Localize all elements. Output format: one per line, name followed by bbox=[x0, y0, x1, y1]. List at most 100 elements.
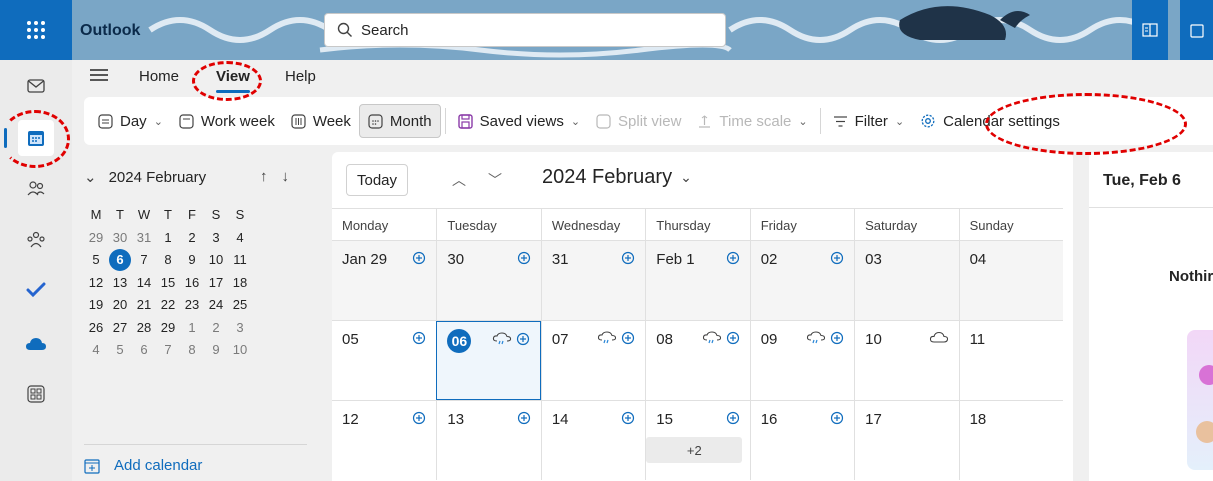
nav-toggle-button[interactable] bbox=[90, 68, 108, 85]
mini-day[interactable]: 6 bbox=[132, 339, 156, 362]
add-event-icon[interactable] bbox=[726, 251, 740, 265]
day-cell[interactable]: 05 bbox=[332, 321, 436, 400]
mini-day[interactable]: 7 bbox=[132, 249, 156, 272]
day-cell[interactable]: 10 bbox=[854, 321, 958, 400]
day-cell[interactable]: 07 bbox=[540, 321, 645, 400]
mini-day[interactable]: 21 bbox=[132, 294, 156, 317]
mini-calendar-header[interactable]: ⌄ 2024 February bbox=[84, 168, 206, 187]
day-cell[interactable]: 13 bbox=[436, 401, 540, 480]
mini-day[interactable]: 5 bbox=[108, 339, 132, 362]
mini-day[interactable]: 4 bbox=[228, 227, 252, 250]
calendar-title-button[interactable]: 2024 February ⌄ bbox=[542, 166, 692, 189]
mini-day[interactable]: 8 bbox=[180, 339, 204, 362]
day-cell-today[interactable]: 06 bbox=[436, 321, 541, 400]
add-event-icon[interactable] bbox=[516, 332, 530, 346]
mini-day[interactable]: 22 bbox=[156, 294, 180, 317]
mini-day[interactable]: 11 bbox=[228, 249, 252, 272]
mini-day[interactable]: 7 bbox=[156, 339, 180, 362]
day-cell[interactable]: 17 bbox=[854, 401, 958, 480]
mini-day-today[interactable]: 6 bbox=[108, 249, 132, 272]
add-event-icon[interactable] bbox=[621, 411, 635, 425]
arrow-down-icon[interactable]: ↓ bbox=[282, 168, 290, 185]
rail-people[interactable] bbox=[18, 170, 54, 206]
day-cell[interactable]: 31 bbox=[540, 241, 645, 320]
mini-day[interactable]: 14 bbox=[132, 272, 156, 295]
mini-day[interactable]: 10 bbox=[204, 249, 228, 272]
split-view-button[interactable]: Split view bbox=[588, 104, 689, 138]
add-event-icon[interactable] bbox=[621, 251, 635, 265]
add-event-icon[interactable] bbox=[830, 331, 844, 345]
day-cell[interactable]: Feb 1 bbox=[645, 241, 749, 320]
search-box[interactable]: Search bbox=[324, 13, 726, 47]
mini-day[interactable]: 25 bbox=[228, 294, 252, 317]
calendar-settings-button[interactable]: Calendar settings bbox=[912, 104, 1068, 138]
day-cell[interactable]: 04 bbox=[958, 241, 1063, 320]
add-event-icon[interactable] bbox=[726, 331, 740, 345]
chevron-down-icon[interactable]: ⌄ bbox=[84, 168, 97, 186]
add-calendar-button[interactable]: Add calendar bbox=[84, 457, 202, 474]
onenote-button[interactable] bbox=[1132, 0, 1168, 60]
mini-day[interactable]: 31 bbox=[132, 227, 156, 250]
rail-calendar[interactable] bbox=[4, 120, 54, 156]
rail-todo[interactable] bbox=[18, 272, 54, 308]
mini-day[interactable]: 3 bbox=[204, 227, 228, 250]
tab-home[interactable]: Home bbox=[139, 68, 179, 85]
mini-day[interactable]: 1 bbox=[156, 227, 180, 250]
day-cell[interactable]: 14 bbox=[540, 401, 645, 480]
day-cell[interactable]: 15 +2 bbox=[645, 401, 749, 480]
mini-day[interactable]: 9 bbox=[180, 249, 204, 272]
mini-day[interactable]: 10 bbox=[228, 339, 252, 362]
mini-day[interactable]: 13 bbox=[108, 272, 132, 295]
add-event-icon[interactable] bbox=[830, 251, 844, 265]
mini-day[interactable]: 3 bbox=[228, 317, 252, 340]
mini-day[interactable]: 2 bbox=[180, 227, 204, 250]
previous-icon[interactable]: ︿ bbox=[452, 170, 466, 190]
mini-day[interactable]: 1 bbox=[180, 317, 204, 340]
mini-day[interactable]: 15 bbox=[156, 272, 180, 295]
app-name[interactable]: Outlook bbox=[80, 22, 140, 40]
mini-day[interactable]: 28 bbox=[132, 317, 156, 340]
filter-button[interactable]: Filter ⌄ bbox=[825, 104, 913, 138]
month-view-button[interactable]: Month bbox=[358, 104, 441, 138]
mini-day[interactable]: 8 bbox=[156, 249, 180, 272]
app-launcher-button[interactable] bbox=[0, 0, 72, 60]
day-cell[interactable]: 09 bbox=[749, 321, 854, 400]
day-cell[interactable]: 30 bbox=[436, 241, 540, 320]
day-cell[interactable]: 03 bbox=[854, 241, 958, 320]
mini-day[interactable]: 2 bbox=[204, 317, 228, 340]
arrow-up-icon[interactable]: ↑ bbox=[260, 168, 268, 185]
rail-groups[interactable] bbox=[18, 222, 54, 258]
add-event-icon[interactable] bbox=[412, 411, 426, 425]
mini-day[interactable]: 18 bbox=[228, 272, 252, 295]
day-cell[interactable]: 12 bbox=[332, 401, 436, 480]
time-scale-button[interactable]: Time scale ⌄ bbox=[689, 104, 815, 138]
mini-day[interactable]: 24 bbox=[204, 294, 228, 317]
add-event-icon[interactable] bbox=[621, 331, 635, 345]
rail-onedrive[interactable] bbox=[18, 326, 54, 362]
add-event-icon[interactable] bbox=[830, 411, 844, 425]
mini-day[interactable]: 26 bbox=[84, 317, 108, 340]
mini-day[interactable]: 9 bbox=[204, 339, 228, 362]
mini-day[interactable]: 29 bbox=[156, 317, 180, 340]
week-view-button[interactable]: Week bbox=[283, 104, 359, 138]
tab-help[interactable]: Help bbox=[285, 68, 316, 85]
day-view-button[interactable]: Day ⌄ bbox=[90, 104, 171, 138]
add-event-icon[interactable] bbox=[517, 251, 531, 265]
rail-more-apps[interactable] bbox=[18, 376, 54, 412]
mini-day[interactable]: 12 bbox=[84, 272, 108, 295]
next-icon[interactable]: ﹀ bbox=[488, 170, 502, 190]
day-cell[interactable]: 18 bbox=[958, 401, 1063, 480]
tab-view[interactable]: View bbox=[216, 68, 250, 93]
work-week-view-button[interactable]: Work week bbox=[171, 104, 283, 138]
mini-day[interactable]: 17 bbox=[204, 272, 228, 295]
add-event-icon[interactable] bbox=[412, 331, 426, 345]
rail-mail[interactable] bbox=[18, 68, 54, 104]
today-button[interactable]: Today bbox=[346, 164, 408, 196]
mini-day[interactable]: 30 bbox=[108, 227, 132, 250]
mini-day[interactable]: 23 bbox=[180, 294, 204, 317]
calendar-app-button[interactable] bbox=[1180, 0, 1213, 60]
mini-day[interactable]: 5 bbox=[84, 249, 108, 272]
mini-day[interactable]: 27 bbox=[108, 317, 132, 340]
add-event-icon[interactable] bbox=[517, 411, 531, 425]
day-cell[interactable]: 16 bbox=[749, 401, 854, 480]
